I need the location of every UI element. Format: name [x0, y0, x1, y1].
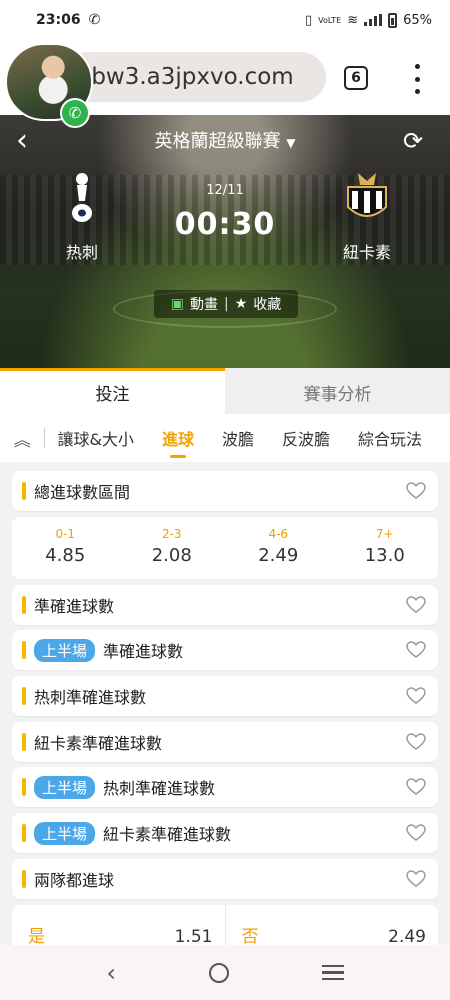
- volte-label: VoLTE: [318, 15, 342, 25]
- system-nav-bar: ‹: [0, 945, 450, 1000]
- first-half-badge: 上半場: [34, 638, 96, 662]
- odds-value: 2.49: [258, 545, 299, 566]
- odds-value: 13.0: [364, 545, 405, 566]
- signal-icon: [364, 14, 383, 26]
- status-icons: ▯ VoLTE ≋ 65%: [304, 12, 432, 28]
- market-label: 热刺準確進球數: [103, 779, 216, 798]
- heart-icon[interactable]: [406, 641, 426, 659]
- url-text: bw3.a3jpxvo.com: [91, 64, 294, 90]
- odds-cell[interactable]: 7+ 13.0: [332, 517, 439, 579]
- call-forward-icon: ✆: [88, 12, 101, 28]
- match-header: ‹ 英格蘭超級聯賽 ▼ ⟳ 热刺 12/11 00:30 紐卡素 ▣ 動畫 | …: [0, 115, 450, 368]
- market-label: 热刺準確進球數: [34, 688, 147, 707]
- odds-label: 7+: [375, 527, 394, 541]
- favorite-button[interactable]: 收藏: [253, 294, 281, 314]
- match-actions: ▣ 動畫 | ★ 收藏: [154, 290, 298, 318]
- animation-icon[interactable]: ▣: [171, 296, 184, 312]
- odds-label: 4-6: [268, 527, 289, 541]
- battery-icon: [388, 12, 398, 28]
- odds-value: 2.08: [151, 545, 192, 566]
- heart-icon[interactable]: [406, 687, 426, 705]
- status-time: 23:06: [36, 12, 81, 28]
- wifi-icon: ≋: [347, 12, 359, 28]
- url-bar[interactable]: · bw3.a3jpxvo.com: [62, 52, 326, 102]
- market-row[interactable]: 準確進球數: [12, 585, 438, 625]
- odds-value: 2.49: [388, 927, 426, 947]
- goal-range-odds: 0-1 4.85 2-3 2.08 4-6 2.49 7+ 13.0: [12, 517, 438, 579]
- subtab-correct-score[interactable]: 波膽: [222, 426, 254, 450]
- market-label: 紐卡素準確進球數: [103, 825, 232, 844]
- odds-value: 4.85: [45, 545, 86, 566]
- subtab-goals[interactable]: 進球: [162, 426, 194, 458]
- home-team-name: 热刺: [65, 243, 98, 262]
- first-half-badge: 上半場: [34, 775, 96, 799]
- odds-label: 0-1: [55, 527, 76, 541]
- heart-icon[interactable]: [406, 778, 426, 796]
- home-icon[interactable]: [208, 962, 229, 983]
- odds-label: 2-3: [161, 527, 182, 541]
- back-icon[interactable]: ‹: [106, 959, 116, 987]
- odds-cell[interactable]: 0-1 4.85: [12, 517, 119, 579]
- tab-switcher-button[interactable]: 6: [344, 66, 368, 90]
- market-row[interactable]: 热刺準確進球數: [12, 676, 438, 716]
- recent-apps-icon[interactable]: [321, 964, 344, 981]
- battery-percent: 65%: [403, 12, 432, 28]
- market-label: 總進球數區間: [34, 483, 131, 502]
- heart-icon[interactable]: [406, 733, 426, 751]
- star-icon[interactable]: ★: [235, 296, 248, 312]
- vibrate-icon: ▯: [304, 12, 313, 28]
- league-selector[interactable]: 英格蘭超級聯賽 ▼: [0, 127, 450, 153]
- market-row[interactable]: 上半場 準確進球數: [12, 630, 438, 670]
- tab-match-analysis[interactable]: 賽事分析: [225, 368, 450, 414]
- away-team-name: 紐卡素: [342, 243, 391, 262]
- market-category-tabs: ︽ 讓球&大小 進球 波膽 反波膽 綜合玩法: [0, 414, 450, 462]
- status-bar: 23:06 ✆ ▯ VoLTE ≋ 65%: [0, 0, 450, 40]
- heart-icon[interactable]: [406, 824, 426, 842]
- first-half-badge: 上半場: [34, 821, 96, 845]
- market-row[interactable]: 兩隊都進球: [12, 859, 438, 899]
- tab-betting[interactable]: 投注: [0, 368, 225, 414]
- collapse-all-icon[interactable]: ︽: [0, 426, 44, 451]
- main-tabs: 投注 賽事分析: [0, 368, 450, 414]
- league-name: 英格蘭超級聯賽: [154, 131, 281, 152]
- odds-value: 1.51: [174, 927, 213, 947]
- heart-icon[interactable]: [406, 482, 426, 500]
- heart-icon[interactable]: [406, 870, 426, 888]
- market-row[interactable]: 上半場 紐卡素準確進球數: [12, 813, 438, 853]
- market-label: 兩隊都進球: [34, 871, 115, 890]
- heart-icon[interactable]: [406, 596, 426, 614]
- refresh-icon[interactable]: ⟳: [403, 127, 423, 155]
- subtab-combo[interactable]: 綜合玩法: [358, 426, 422, 450]
- market-label: 準確進球數: [34, 597, 115, 616]
- subtab-anti-correct-score[interactable]: 反波膽: [282, 426, 330, 450]
- away-team: 紐卡素: [322, 167, 412, 263]
- away-team-crest-icon: [347, 173, 387, 217]
- browser-menu-button[interactable]: [410, 64, 424, 94]
- animation-button[interactable]: 動畫: [190, 294, 218, 314]
- odds-label: 是: [28, 927, 45, 947]
- market-row[interactable]: 上半場 热刺準確進球數: [12, 767, 438, 807]
- market-label: 紐卡素準確進球數: [34, 734, 163, 753]
- subtab-handicap-over-under[interactable]: 讓球&大小: [57, 426, 133, 450]
- market-label: 準確進球數: [103, 642, 184, 661]
- caret-down-icon: ▼: [286, 136, 296, 150]
- odds-label: 否: [241, 927, 259, 947]
- odds-cell[interactable]: 2-3 2.08: [119, 517, 226, 579]
- odds-cell[interactable]: 4-6 2.49: [225, 517, 332, 579]
- phone-call-icon[interactable]: ✆: [60, 98, 90, 128]
- market-row[interactable]: 紐卡素準確進球數: [12, 722, 438, 762]
- market-row[interactable]: 總進球數區間: [12, 471, 438, 511]
